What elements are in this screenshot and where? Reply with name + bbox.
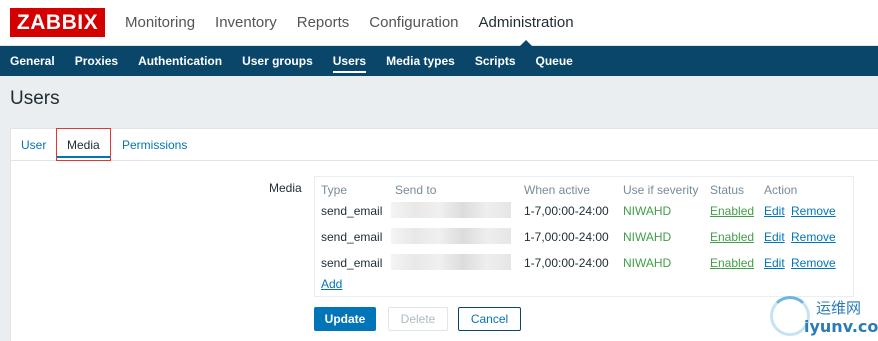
zabbix-logo[interactable]: ZABBIX xyxy=(10,8,105,37)
add-media-link[interactable]: Add xyxy=(321,277,342,291)
send-to-redacted xyxy=(391,202,511,218)
status-toggle[interactable]: Enabled xyxy=(710,256,754,270)
media-type-cell: send_email xyxy=(321,204,383,218)
edit-link[interactable]: Edit xyxy=(764,204,785,218)
severity-cell: NIWAHD xyxy=(623,204,672,218)
sub-menu-user-groups[interactable]: User groups xyxy=(242,46,313,76)
tab-user[interactable]: User xyxy=(21,129,46,161)
delete-button: Delete xyxy=(388,307,448,331)
cancel-button[interactable]: Cancel xyxy=(458,307,521,331)
sub-menu-proxies[interactable]: Proxies xyxy=(75,46,118,76)
main-menu-monitoring[interactable]: Monitoring xyxy=(125,0,195,46)
column-header-action: Action xyxy=(764,183,798,197)
remove-link[interactable]: Remove xyxy=(791,256,836,270)
send-to-redacted xyxy=(391,228,511,244)
edit-link[interactable]: Edit xyxy=(764,256,785,270)
severity-cell: NIWAHD xyxy=(623,230,672,244)
status-toggle[interactable]: Enabled xyxy=(710,204,754,218)
when-active-cell: 1-7,00:00-24:00 xyxy=(524,256,609,270)
when-active-cell: 1-7,00:00-24:00 xyxy=(524,230,609,244)
top-bar: ZABBIX Monitoring Inventory Reports Conf… xyxy=(0,0,878,46)
remove-link[interactable]: Remove xyxy=(791,204,836,218)
tab-bar: User Media Permissions xyxy=(11,128,878,161)
media-table: Type Send to When active Use if severity… xyxy=(314,176,854,297)
column-header-status: Status xyxy=(710,183,745,197)
sub-menu-authentication[interactable]: Authentication xyxy=(138,46,222,76)
watermark: 运维网 iyunv.com xyxy=(764,294,878,341)
column-header-type: Type xyxy=(321,183,348,197)
user-form-panel: User Media Permissions Media Type Send t… xyxy=(10,128,878,341)
tab-media[interactable]: Media xyxy=(56,128,111,161)
media-type-cell: send_email xyxy=(321,256,383,270)
media-type-cell: send_email xyxy=(321,230,383,244)
main-menu: Monitoring Inventory Reports Configurati… xyxy=(125,0,594,46)
media-field-label: Media xyxy=(269,181,302,195)
column-header-send-to: Send to xyxy=(395,183,437,197)
column-header-severity: Use if severity xyxy=(623,183,699,197)
sub-menu-general[interactable]: General xyxy=(10,46,55,76)
main-menu-configuration[interactable]: Configuration xyxy=(369,0,458,46)
watermark-title: 运维网 xyxy=(816,299,862,317)
edit-link[interactable]: Edit xyxy=(764,230,785,244)
sub-menu-queue[interactable]: Queue xyxy=(536,46,573,76)
send-to-redacted xyxy=(391,254,511,270)
sub-menu-users[interactable]: Users xyxy=(332,46,367,76)
sub-menu-scripts[interactable]: Scripts xyxy=(475,46,516,76)
page-title: Users xyxy=(10,88,60,109)
severity-cell: NIWAHD xyxy=(623,256,672,270)
remove-link[interactable]: Remove xyxy=(791,230,836,244)
logo-text: ZABBIX xyxy=(16,11,99,34)
main-menu-inventory[interactable]: Inventory xyxy=(215,0,277,46)
main-menu-administration[interactable]: Administration xyxy=(479,0,574,46)
when-active-cell: 1-7,00:00-24:00 xyxy=(524,204,609,218)
main-menu-reports[interactable]: Reports xyxy=(297,0,350,46)
sub-menu-media-types[interactable]: Media types xyxy=(386,46,455,76)
column-header-when-active: When active xyxy=(524,183,591,197)
update-button[interactable]: Update xyxy=(314,307,376,331)
tab-permissions[interactable]: Permissions xyxy=(122,129,187,161)
sub-menu: General Proxies Authentication User grou… xyxy=(0,46,878,76)
watermark-url: iyunv.com xyxy=(804,317,878,336)
status-toggle[interactable]: Enabled xyxy=(710,230,754,244)
